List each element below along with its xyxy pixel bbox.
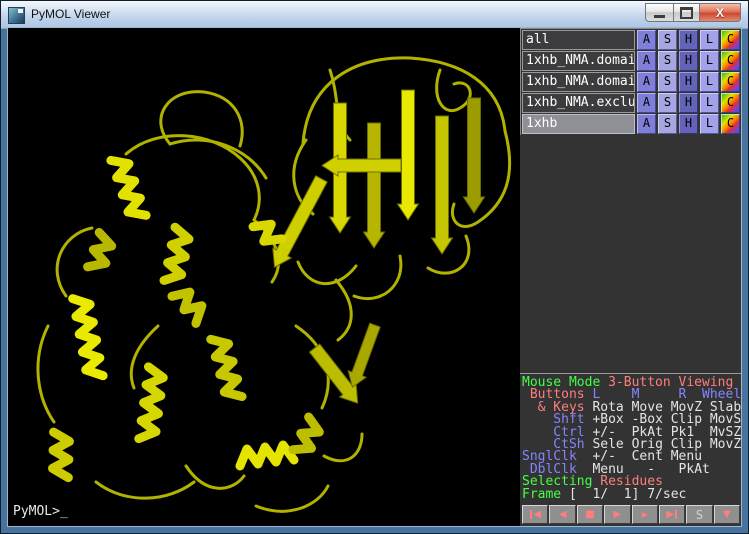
object-a-menu-button[interactable]: A (637, 30, 656, 50)
object-l-menu-button[interactable]: L (700, 30, 719, 50)
close-icon: X (716, 7, 724, 19)
caption-buttons: X (645, 3, 741, 22)
object-h-menu-button[interactable]: H (679, 72, 698, 92)
object-row: 1xhbASHLC (522, 114, 740, 134)
menu-icon: ▼ (723, 509, 731, 520)
object-c-menu-button[interactable]: C (721, 51, 740, 71)
object-l-menu-button[interactable]: L (700, 114, 719, 134)
object-a-menu-button[interactable]: A (637, 51, 656, 71)
object-a-menu-button[interactable]: A (637, 93, 656, 113)
titlebar[interactable]: PyMOL Viewer X (1, 1, 748, 29)
object-c-menu-button[interactable]: C (721, 72, 740, 92)
command-prompt[interactable]: PyMOL>_ (13, 504, 68, 519)
molecule-rendering (8, 28, 520, 526)
stop-icon: ■ (585, 509, 594, 520)
step-back-icon: ◀ (559, 509, 567, 520)
object-list: allASHLC1xhb_NMA.domain.ASHLC1xhb_NMA.do… (520, 28, 741, 135)
go-to-end-icon: ▶ (666, 509, 674, 520)
object-l-menu-button[interactable]: L (700, 51, 719, 71)
mouse-mode-panel[interactable]: Mouse Mode 3-Button Viewing Buttons L M … (520, 373, 741, 503)
object-l-menu-button[interactable]: L (700, 72, 719, 92)
object-name-1xhb_NMA.domain.[interactable]: 1xhb_NMA.domain. (522, 51, 635, 71)
playback-controls: ◀ ◀ ■ ▶ ▶ ▶ S ▼ (520, 503, 741, 526)
scene-button[interactable]: S (686, 505, 712, 524)
object-s-menu-button[interactable]: S (658, 30, 677, 50)
object-a-menu-button[interactable]: A (637, 114, 656, 134)
play-icon: ▶ (613, 509, 621, 520)
step-back-button[interactable]: ◀ (549, 505, 575, 524)
object-row: 1xhb_NMA.domain.ASHLC (522, 51, 740, 71)
object-row: 1xhb_NMA.domain.ASHLC (522, 72, 740, 92)
step-forward-button[interactable]: ▶ (632, 505, 658, 524)
object-s-menu-button[interactable]: S (658, 72, 677, 92)
object-l-menu-button[interactable]: L (700, 93, 719, 113)
object-c-menu-button[interactable]: C (721, 93, 740, 113)
object-name-1xhb_NMA.domain.[interactable]: 1xhb_NMA.domain. (522, 72, 635, 92)
object-name-1xhb_NMA.exclude[interactable]: 1xhb_NMA.exclude (522, 93, 635, 113)
pymol-window: PyMOL Viewer X (0, 0, 749, 534)
window-title: PyMOL Viewer (31, 7, 110, 21)
mouse-panel-line[interactable]: Frame [ 1/ 1] 7/sec (522, 489, 741, 501)
mouse-panel-text: Frame (522, 487, 569, 502)
minimize-button[interactable] (645, 3, 674, 22)
object-c-menu-button[interactable]: C (721, 114, 740, 134)
stop-button[interactable]: ■ (577, 505, 603, 524)
object-s-menu-button[interactable]: S (658, 114, 677, 134)
maximize-button[interactable] (673, 3, 700, 22)
panel-spacer (520, 135, 741, 373)
scene-icon: S (696, 508, 703, 522)
object-h-menu-button[interactable]: H (679, 93, 698, 113)
play-button[interactable]: ▶ (604, 505, 630, 524)
object-row: 1xhb_NMA.excludeASHLC (522, 93, 740, 113)
object-a-menu-button[interactable]: A (637, 72, 656, 92)
object-row: allASHLC (522, 30, 740, 50)
object-h-menu-button[interactable]: H (679, 114, 698, 134)
object-s-menu-button[interactable]: S (658, 93, 677, 113)
maximize-icon (680, 7, 693, 19)
window-content: PyMOL>_ allASHLC1xhb_NMA.domain.ASHLC1xh… (8, 28, 741, 526)
go-to-start-button[interactable]: ◀ (522, 505, 548, 524)
minimize-icon (654, 15, 665, 18)
object-panel: allASHLC1xhb_NMA.domain.ASHLC1xhb_NMA.do… (520, 28, 741, 526)
object-name-1xhb[interactable]: 1xhb (522, 114, 635, 134)
object-h-menu-button[interactable]: H (679, 30, 698, 50)
step-forward-icon: ▶ (642, 510, 648, 519)
object-h-menu-button[interactable]: H (679, 51, 698, 71)
go-to-start-icon (530, 510, 532, 519)
menu-button[interactable]: ▼ (714, 505, 740, 524)
object-c-menu-button[interactable]: C (721, 30, 740, 50)
object-s-menu-button[interactable]: S (658, 51, 677, 71)
mouse-panel-text: [ 1/ 1] 7/sec (569, 487, 686, 502)
viewport-3d[interactable]: PyMOL>_ (8, 28, 520, 526)
object-name-all[interactable]: all (522, 30, 635, 50)
close-button[interactable]: X (699, 3, 741, 22)
app-icon (8, 7, 25, 24)
go-to-end-button[interactable]: ▶ (659, 505, 685, 524)
